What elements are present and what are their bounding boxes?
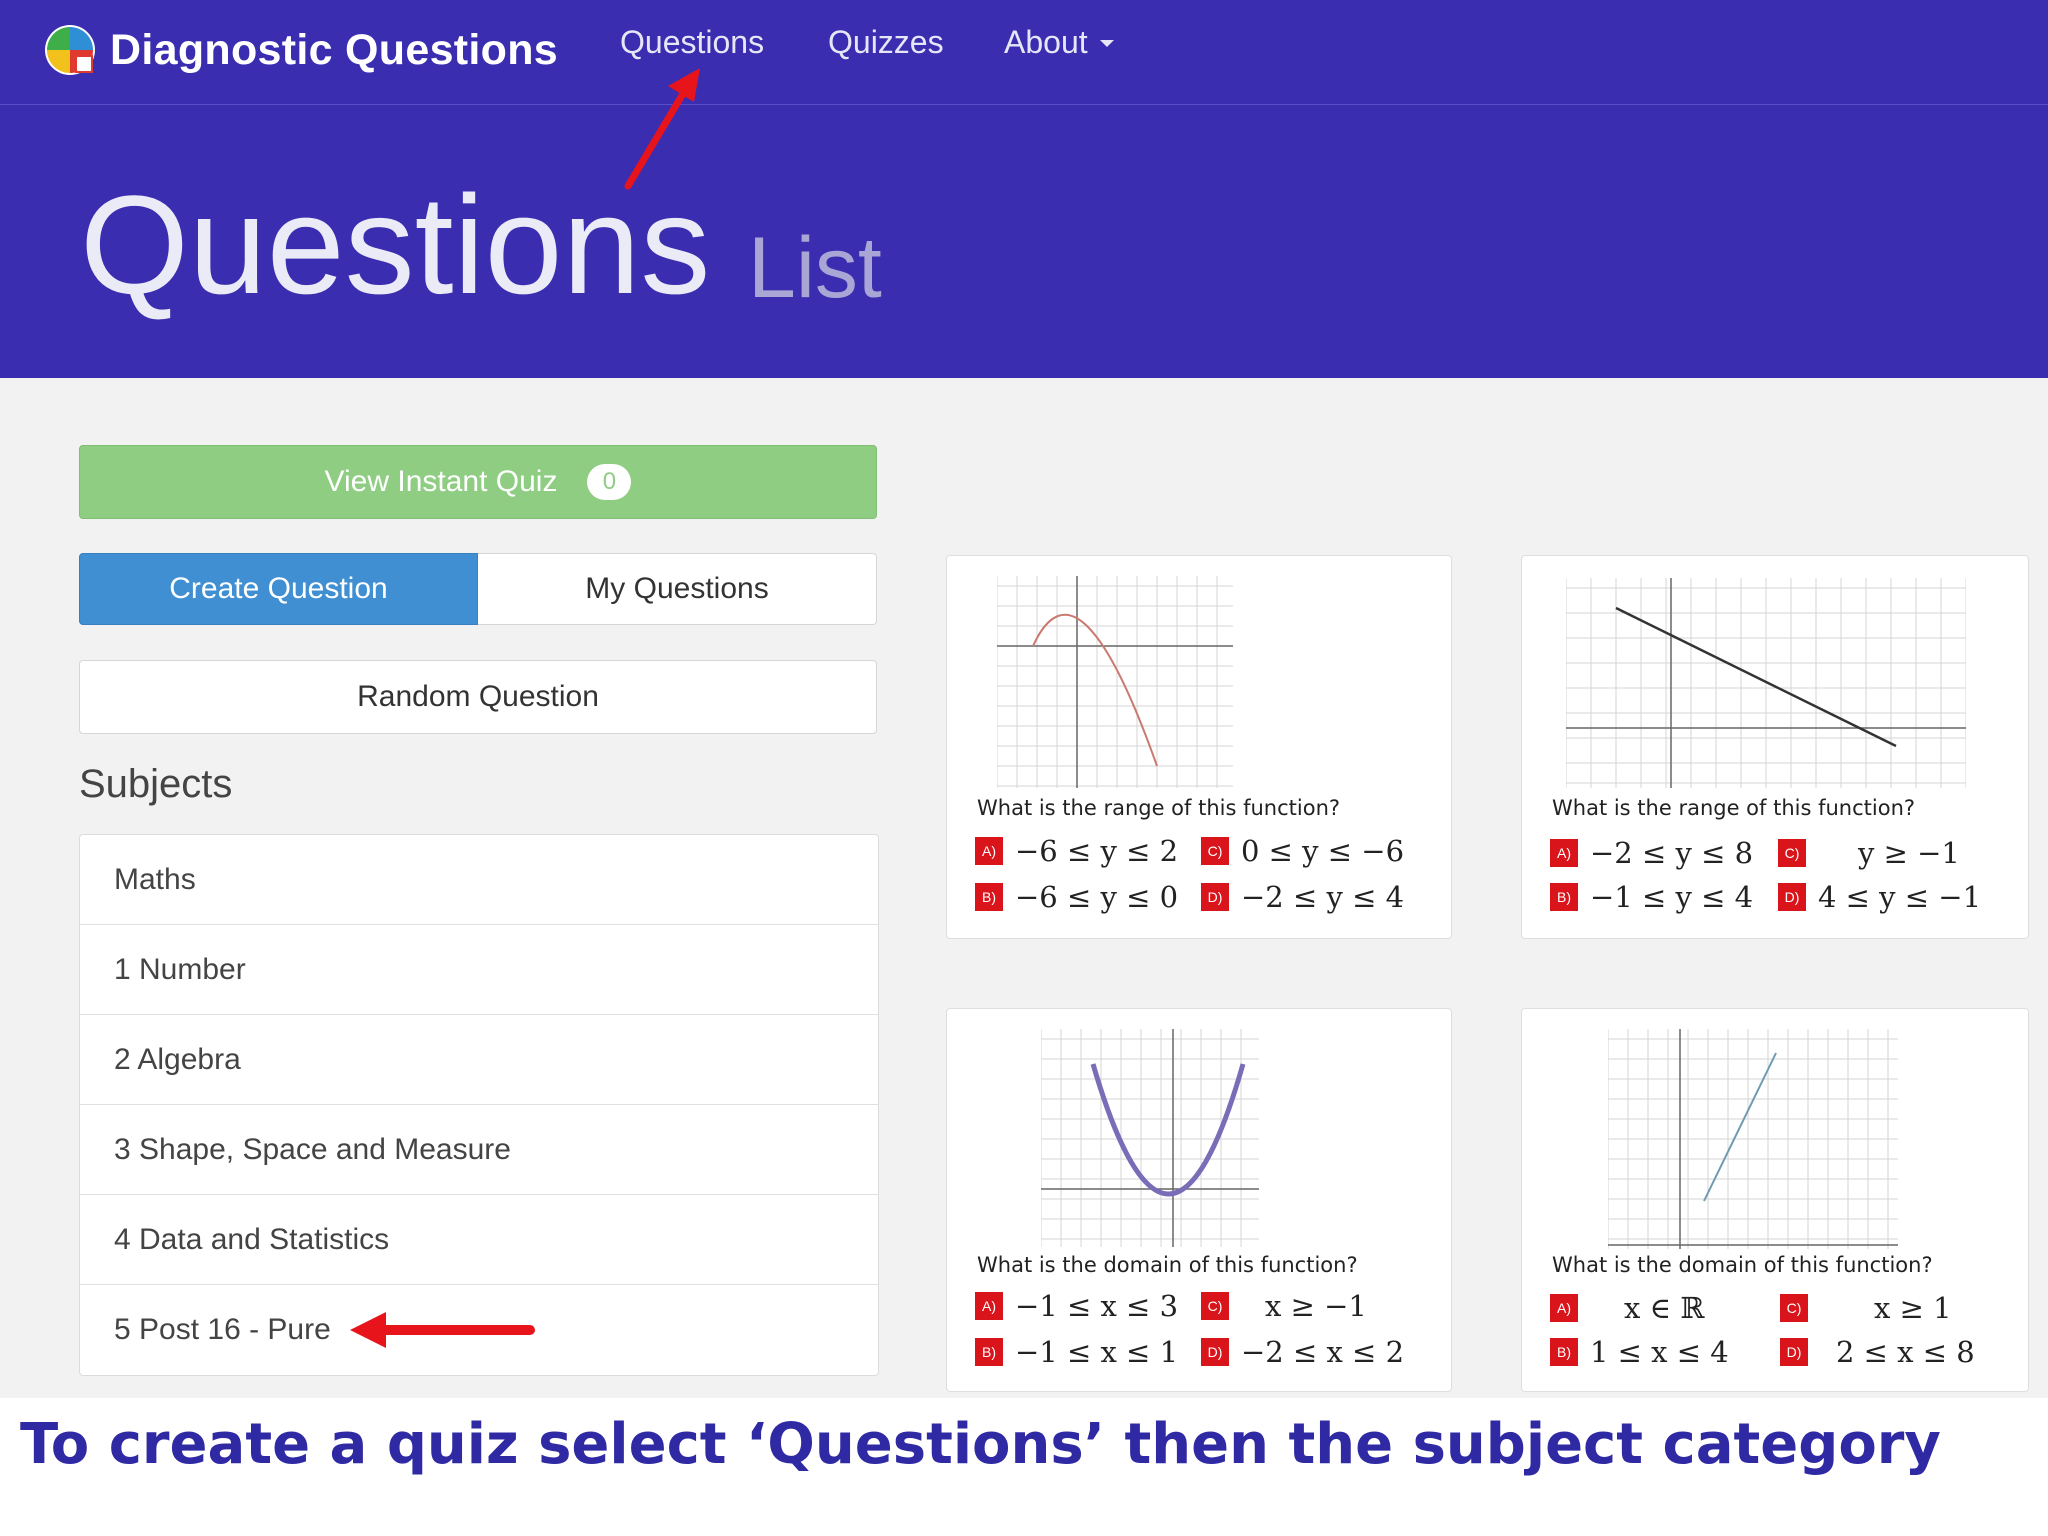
brand[interactable]: Diagnostic Questions xyxy=(42,20,558,80)
option-d[interactable]: D) 4 ≤ y ≤ −1 xyxy=(1778,880,1981,914)
question-text: What is the domain of this function? xyxy=(977,1253,1358,1277)
option-text: 1 ≤ x ≤ 4 xyxy=(1590,1335,1729,1369)
subject-item-number[interactable]: 1 Number xyxy=(80,925,878,1015)
nav-about[interactable]: About xyxy=(1004,24,1116,61)
subject-item-data-statistics[interactable]: 4 Data and Statistics xyxy=(80,1195,878,1285)
function-graph xyxy=(1608,1029,1898,1249)
option-badge: A) xyxy=(1550,1294,1578,1322)
option-text: x ≥ −1 xyxy=(1265,1289,1367,1323)
option-text: −6 ≤ y ≤ 2 xyxy=(1015,834,1179,868)
option-text: x ∈ ℝ xyxy=(1624,1291,1705,1325)
option-badge: C) xyxy=(1201,1292,1229,1320)
quiz-count-badge: 0 xyxy=(587,464,632,500)
option-a[interactable]: A) x ∈ ℝ xyxy=(1550,1291,1704,1325)
my-questions-button[interactable]: My Questions xyxy=(478,553,877,625)
option-badge: B) xyxy=(975,1338,1003,1366)
instruction-caption: To create a quiz select ‘Questions’ then… xyxy=(0,1398,2048,1536)
option-c[interactable]: C) y ≥ −1 xyxy=(1778,836,1960,870)
option-text: −1 ≤ x ≤ 1 xyxy=(1015,1335,1179,1369)
page-title: Questions xyxy=(80,166,711,323)
function-graph xyxy=(1041,1029,1259,1247)
option-b[interactable]: B) 1 ≤ x ≤ 4 xyxy=(1550,1335,1729,1369)
caret-down-icon xyxy=(1099,39,1114,47)
option-text: −6 ≤ y ≤ 0 xyxy=(1015,880,1179,914)
option-text: x ≥ 1 xyxy=(1874,1291,1952,1325)
option-d[interactable]: D) 2 ≤ x ≤ 8 xyxy=(1780,1335,1975,1369)
nav-quizzes[interactable]: Quizzes xyxy=(828,24,944,61)
option-c[interactable]: C) x ≥ −1 xyxy=(1201,1289,1367,1323)
option-d[interactable]: D) −2 ≤ x ≤ 2 xyxy=(1201,1335,1404,1369)
option-text: −2 ≤ y ≤ 4 xyxy=(1241,880,1405,914)
option-badge: D) xyxy=(1201,883,1229,911)
question-text: What is the domain of this function? xyxy=(1552,1253,1933,1277)
nav-about-label: About xyxy=(1004,24,1088,60)
diagnostic-questions-logo-icon xyxy=(45,25,95,75)
option-badge: A) xyxy=(975,1292,1003,1320)
option-a[interactable]: A) −6 ≤ y ≤ 2 xyxy=(975,834,1178,868)
option-c[interactable]: C) 0 ≤ y ≤ −6 xyxy=(1201,834,1404,868)
option-b[interactable]: B) −1 ≤ x ≤ 1 xyxy=(975,1335,1178,1369)
function-graph xyxy=(997,576,1233,788)
question-card[interactable]: What is the range of this function? A) −2… xyxy=(1521,555,2029,939)
question-text: What is the range of this function? xyxy=(977,796,1341,820)
view-instant-quiz-label: View Instant Quiz xyxy=(324,465,558,498)
option-badge: B) xyxy=(1550,883,1578,911)
view-instant-quiz-button[interactable]: View Instant Quiz 0 xyxy=(79,445,877,519)
caption-text: To create a quiz select ‘Questions’ then… xyxy=(20,1412,1941,1477)
option-text: y ≥ −1 xyxy=(1858,836,1960,870)
nav-questions[interactable]: Questions xyxy=(620,24,764,61)
option-b[interactable]: B) −1 ≤ y ≤ 4 xyxy=(1550,880,1753,914)
option-badge: D) xyxy=(1778,883,1806,911)
option-badge: D) xyxy=(1201,1338,1229,1366)
option-badge: B) xyxy=(975,883,1003,911)
question-card[interactable]: What is the range of this function? A) −6… xyxy=(946,555,1452,939)
option-a[interactable]: A) −1 ≤ x ≤ 3 xyxy=(975,1289,1178,1323)
option-badge: A) xyxy=(975,837,1003,865)
subject-item-algebra[interactable]: 2 Algebra xyxy=(80,1015,878,1105)
question-card[interactable]: What is the domain of this function? A) −… xyxy=(946,1008,1452,1392)
option-badge: A) xyxy=(1550,839,1578,867)
option-c[interactable]: C) x ≥ 1 xyxy=(1780,1291,1952,1325)
brand-name: Diagnostic Questions xyxy=(110,25,559,74)
subject-item-shape-space-measure[interactable]: 3 Shape, Space and Measure xyxy=(80,1105,878,1195)
option-a[interactable]: A) −2 ≤ y ≤ 8 xyxy=(1550,836,1753,870)
option-text: 0 ≤ y ≤ −6 xyxy=(1241,834,1405,868)
option-text: 2 ≤ x ≤ 8 xyxy=(1836,1335,1975,1369)
function-graph xyxy=(1566,578,1966,788)
option-text: −1 ≤ x ≤ 3 xyxy=(1015,1289,1179,1323)
subjects-heading: Subjects xyxy=(79,762,233,806)
subject-item-maths[interactable]: Maths xyxy=(80,835,878,925)
option-badge: C) xyxy=(1201,837,1229,865)
page-header: Questions List xyxy=(0,105,2048,378)
option-d[interactable]: D) −2 ≤ y ≤ 4 xyxy=(1201,880,1404,914)
option-text: −2 ≤ x ≤ 2 xyxy=(1241,1335,1405,1369)
subject-list: Maths 1 Number 2 Algebra 3 Shape, Space … xyxy=(79,834,879,1376)
option-b[interactable]: B) −6 ≤ y ≤ 0 xyxy=(975,880,1178,914)
question-card[interactable]: What is the domain of this function? A) x… xyxy=(1521,1008,2029,1392)
random-question-button[interactable]: Random Question xyxy=(79,660,877,734)
option-badge: C) xyxy=(1780,1294,1808,1322)
page-subtitle: List xyxy=(748,220,882,316)
top-navbar: Diagnostic Questions Questions Quizzes A… xyxy=(0,0,2048,105)
option-badge: C) xyxy=(1778,839,1806,867)
create-question-button[interactable]: Create Question xyxy=(79,553,478,625)
option-text: 4 ≤ y ≤ −1 xyxy=(1818,880,1982,914)
option-badge: B) xyxy=(1550,1338,1578,1366)
option-text: −2 ≤ y ≤ 8 xyxy=(1590,836,1754,870)
option-text: −1 ≤ y ≤ 4 xyxy=(1590,880,1754,914)
question-text: What is the range of this function? xyxy=(1552,796,1916,820)
subject-item-post-16-pure[interactable]: 5 Post 16 - Pure xyxy=(80,1285,878,1375)
option-badge: D) xyxy=(1780,1338,1808,1366)
